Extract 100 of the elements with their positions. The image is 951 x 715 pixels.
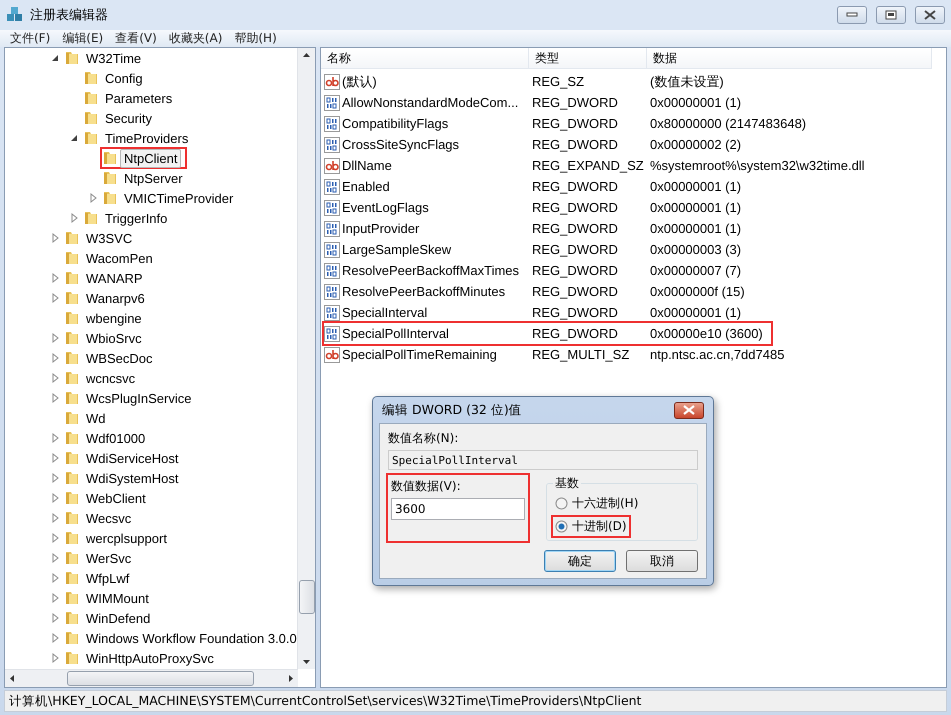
tree-item[interactable]: WinHttpAutoProxySvc [82, 648, 218, 668]
folder-icon [102, 170, 118, 186]
column-header[interactable]: 类型 [529, 48, 647, 68]
close-button[interactable] [915, 6, 945, 24]
tree-item[interactable]: WerSvc [82, 548, 136, 568]
minimize-icon [846, 12, 858, 18]
value-name[interactable]: ResolvePeerBackoffMinutes [324, 284, 532, 300]
menu-item[interactable]: 编辑(E) [56, 30, 110, 47]
value-type: REG_DWORD [532, 95, 619, 110]
horizontal-scrollbar[interactable] [5, 669, 298, 687]
tree-item[interactable]: WBSecDoc [82, 348, 156, 368]
menu-item[interactable]: 文件(F) [4, 30, 56, 47]
value-name[interactable]: SpecialInterval [324, 304, 532, 320]
value-name[interactable]: InputProvider [324, 220, 532, 236]
string-value-icon [324, 158, 340, 174]
menu-item[interactable]: 查看(V) [109, 30, 163, 47]
value-name[interactable]: SpecialPollTimeRemaining [324, 346, 532, 362]
folder-icon [83, 130, 99, 146]
tree-item[interactable]: WdiSystemHost [82, 468, 182, 488]
folder-icon [83, 90, 99, 106]
tree-item[interactable]: Parameters [101, 88, 176, 108]
tree-item[interactable]: WfpLwf [82, 568, 134, 588]
folder-icon [64, 50, 80, 66]
folder-icon [83, 210, 99, 226]
tree-item[interactable]: VMICTimeProvider [120, 188, 238, 208]
value-data: ntp.ntsc.ac.cn,7dd7485 [650, 347, 784, 362]
close-button[interactable] [674, 402, 704, 418]
value-name[interactable]: Enabled [324, 178, 532, 194]
group-label: 基数 [554, 475, 580, 492]
folder-icon [64, 270, 80, 286]
scroll-thumb[interactable] [67, 671, 254, 686]
value-name[interactable]: EventLogFlags [324, 200, 532, 216]
tree-item[interactable]: WcsPlugInService [82, 388, 196, 408]
folder-icon [64, 650, 80, 666]
tree-item[interactable]: Wecsvc [82, 508, 136, 528]
tree-item[interactable]: WIMMount [82, 588, 153, 608]
value-name[interactable]: ResolvePeerBackoffMaxTimes [324, 262, 532, 278]
value-data: 0x00000001 (1) [650, 95, 742, 110]
value-type: REG_SZ [532, 74, 586, 89]
tree-item[interactable]: Config [101, 68, 147, 88]
tree-item[interactable]: WacomPen [82, 248, 157, 268]
maximize-button[interactable] [876, 6, 906, 24]
radio-button[interactable] [555, 497, 568, 510]
value-data-field[interactable]: 3600 [391, 498, 525, 520]
column-header[interactable]: 名称 [321, 48, 529, 68]
binary-value-icon [324, 116, 340, 132]
tree-item[interactable]: Wd [82, 408, 110, 428]
tree-item[interactable]: wercplsupport [82, 528, 171, 548]
tree-item[interactable]: Wanarpv6 [82, 288, 149, 308]
binary-value-icon [324, 284, 340, 300]
radio-button[interactable] [555, 520, 568, 533]
value-name[interactable]: AllowNonstandardModeCom... [324, 94, 532, 110]
value-name-field[interactable]: SpecialPollInterval [388, 450, 698, 470]
binary-value-icon [324, 242, 340, 258]
restore-icon [885, 10, 897, 20]
menu-item[interactable]: 收藏夹(A) [162, 30, 228, 47]
value-data: (数值未设置) [650, 72, 724, 90]
tree-item[interactable]: Windows Workflow Foundation 3.0.0 [82, 628, 297, 648]
folder-icon [64, 370, 80, 386]
value-name[interactable]: DllName [324, 158, 532, 174]
folder-icon [64, 290, 80, 306]
column-header[interactable]: 数据 [647, 48, 932, 68]
folder-icon [64, 610, 80, 626]
tree-item[interactable]: NtpServer [120, 168, 187, 188]
tree-item[interactable]: Wdf01000 [82, 428, 150, 448]
dialog-button[interactable]: 取消 [626, 550, 698, 572]
tree-item[interactable]: WANARP [82, 268, 147, 288]
tree-item[interactable]: TriggerInfo [101, 208, 172, 228]
tree-item[interactable]: WinDefend [82, 608, 154, 628]
folder-icon [64, 510, 80, 526]
minimize-button[interactable] [837, 6, 867, 24]
folder-icon [64, 250, 80, 266]
radio-option[interactable]: 十六进制(H) [553, 494, 640, 513]
value-type: REG_DWORD [532, 137, 619, 152]
tree-item[interactable]: TimeProviders [101, 128, 192, 148]
scroll-thumb[interactable] [299, 580, 315, 614]
radio-option[interactable]: 十进制(D) [553, 517, 629, 536]
folder-icon [64, 390, 80, 406]
value-name[interactable]: CrossSiteSyncFlags [324, 136, 532, 152]
folder-icon [102, 150, 118, 166]
value-name[interactable]: SpecialPollInterval [324, 326, 532, 342]
tree-item[interactable]: W32Time [82, 48, 146, 68]
folder-icon [83, 110, 99, 126]
value-data: 0x0000000f (15) [650, 284, 745, 299]
value-name[interactable]: (默认) [324, 72, 532, 90]
vertical-scrollbar[interactable] [297, 48, 315, 669]
value-name[interactable]: LargeSampleSkew [324, 242, 532, 258]
menu-item[interactable]: 帮助(H) [228, 30, 283, 47]
tree-item[interactable]: WdiServiceHost [82, 448, 182, 468]
value-data: 0x00000e10 (3600) [650, 326, 763, 341]
tree-item[interactable]: wbengine [82, 308, 146, 328]
registry-cubes-icon [6, 6, 24, 24]
value-name[interactable]: CompatibilityFlags [324, 116, 532, 132]
tree-item[interactable]: NtpClient [120, 148, 182, 168]
tree-item[interactable]: wcncsvc [82, 368, 140, 388]
tree-item[interactable]: WbioSrvc [82, 328, 146, 348]
tree-item[interactable]: WebClient [82, 488, 150, 508]
dialog-button[interactable]: 确定 [544, 550, 616, 572]
tree-item[interactable]: W3SVC [82, 228, 136, 248]
tree-item[interactable]: Security [101, 108, 156, 128]
